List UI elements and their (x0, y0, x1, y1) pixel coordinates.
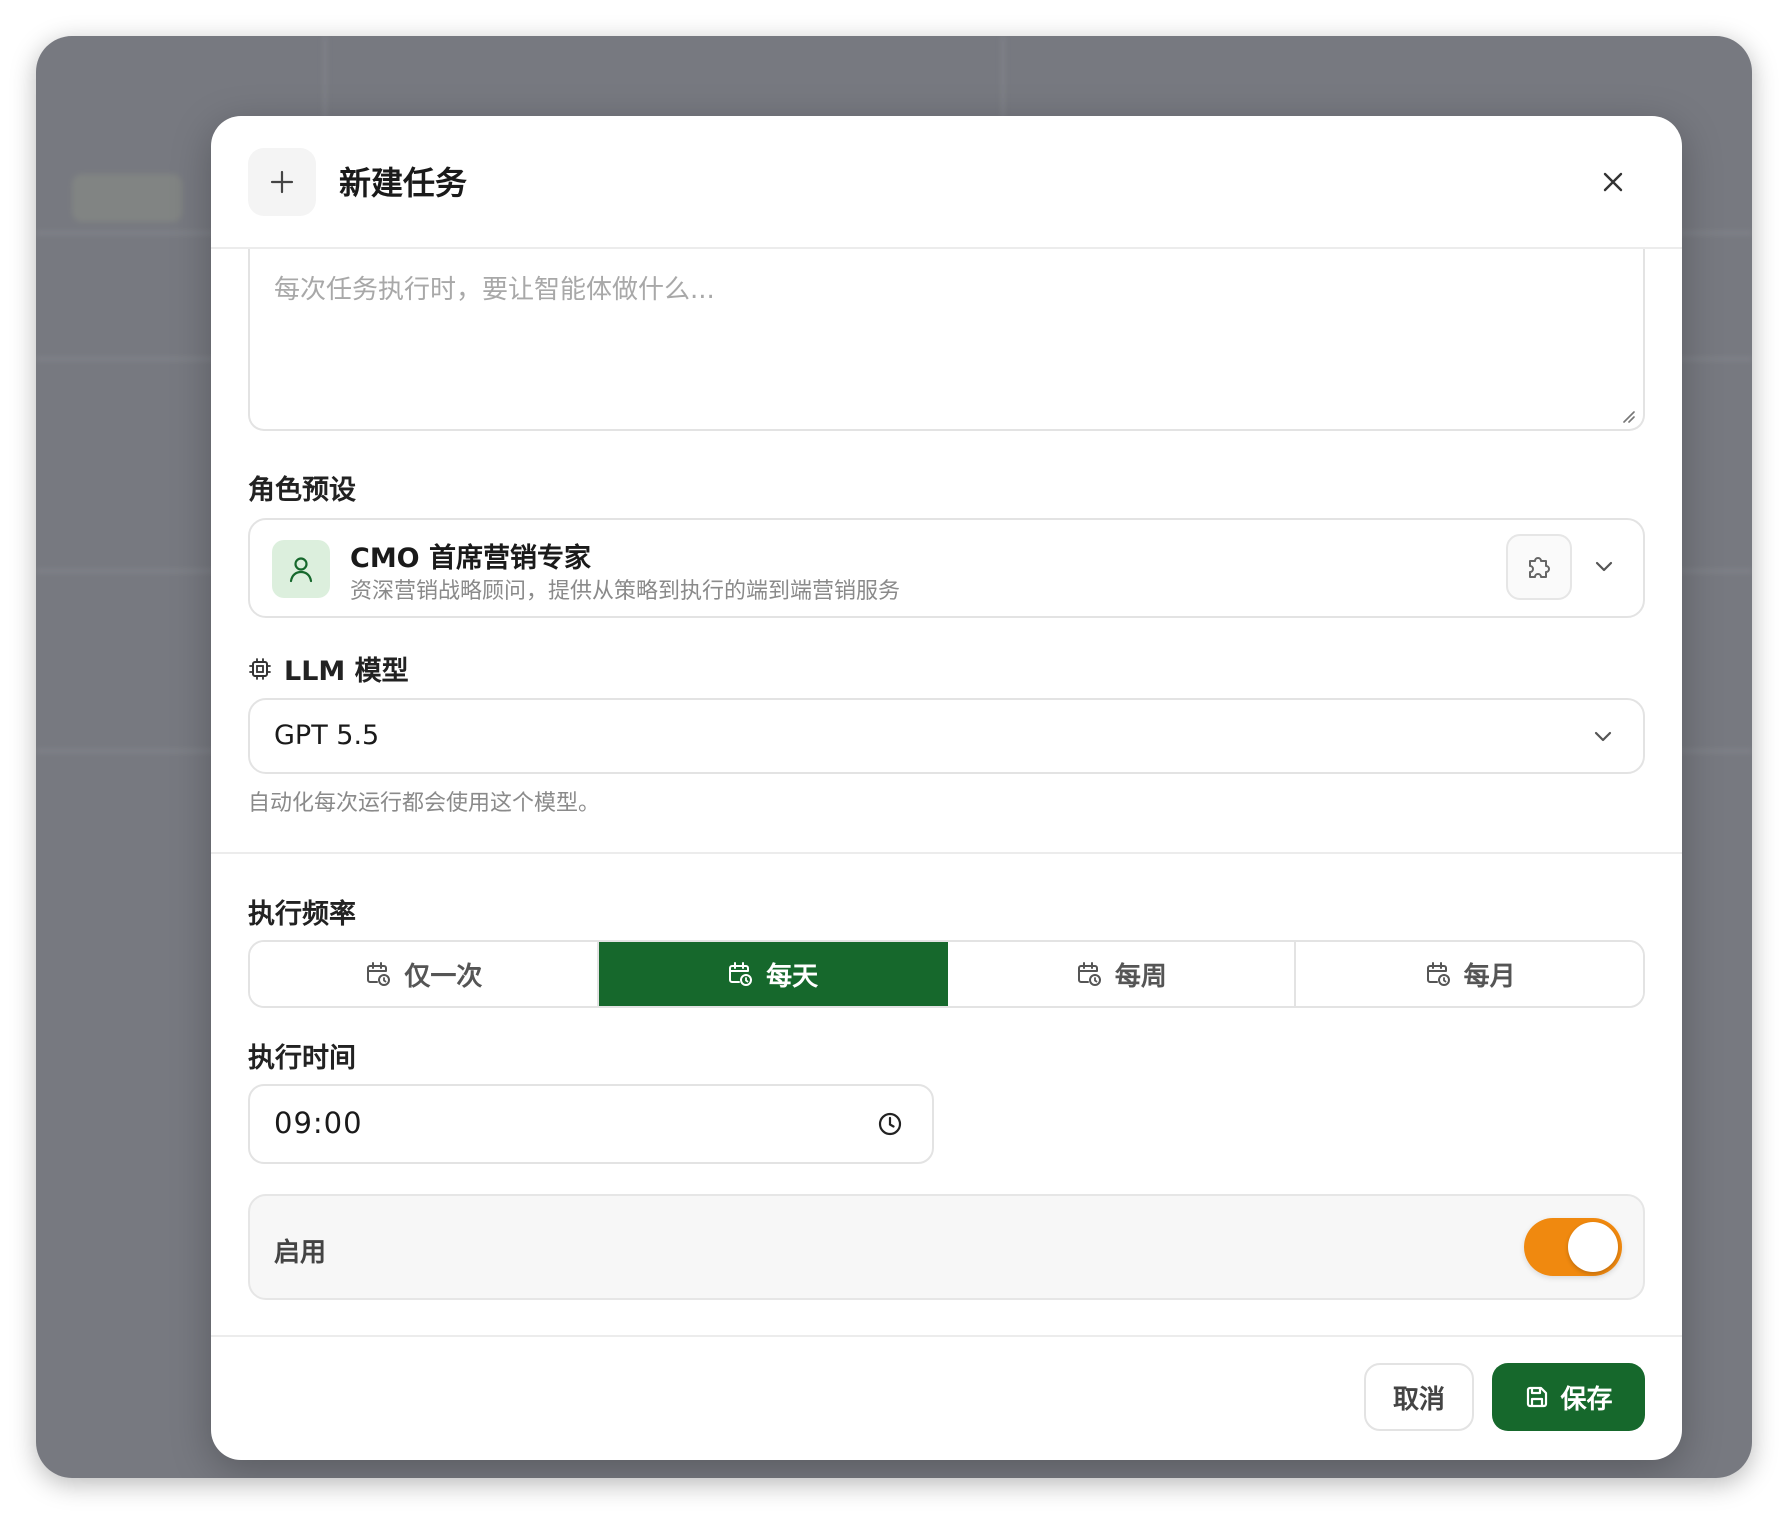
llm-model-hint: 自动化每次运行都会使用这个模型。 (248, 791, 601, 816)
footer-divider (211, 1335, 1682, 1337)
role-preset-label: 角色预设 (248, 475, 356, 506)
frequency-option-weekly[interactable]: 每周 (947, 942, 1297, 1006)
chevron-down-icon (1594, 731, 1612, 742)
schedule-time-input[interactable]: 09:00 (248, 1084, 934, 1164)
frequency-option-daily[interactable]: 每天 (598, 942, 948, 1006)
enable-setting-row: 启用 (248, 1194, 1645, 1300)
new-task-dialog: 新建任务 角色预设 CMO 首席营销专家 资深营销战略顾问，提供从策略到执行的端… (211, 116, 1682, 1460)
app-window: 新建任务 角色预设 CMO 首席营销专家 资深营销战略顾问，提供从策略到执行的端… (36, 36, 1752, 1478)
frequency-option-once[interactable]: 仅一次 (250, 942, 599, 1006)
dialog-header: 新建任务 (211, 116, 1682, 249)
resize-handle-icon[interactable] (1619, 407, 1635, 423)
dialog-title: 新建任务 (339, 164, 468, 202)
calendar-clock-icon (1077, 962, 1101, 986)
frequency-option-label: 仅一次 (404, 961, 483, 992)
cpu-chip-icon (249, 657, 271, 680)
llm-model-select[interactable]: GPT 5.5 (248, 698, 1645, 774)
frequency-option-label: 每天 (766, 961, 819, 992)
schedule-time-label: 执行时间 (248, 1043, 356, 1074)
enable-toggle[interactable] (1524, 1218, 1622, 1276)
llm-model-label-text: LLM 模型 (284, 656, 409, 687)
schedule-time-value: 09:00 (274, 1106, 363, 1140)
frequency-option-label: 每月 (1463, 961, 1516, 992)
enable-label: 启用 (274, 1238, 327, 1268)
bg-chip (72, 174, 182, 222)
calendar-clock-icon (1426, 962, 1450, 986)
save-icon (1527, 1386, 1548, 1408)
puzzle-icon (1529, 557, 1550, 578)
cancel-button[interactable]: 取消 (1364, 1363, 1474, 1431)
calendar-clock-icon (729, 962, 753, 986)
calendar-clock-icon (367, 962, 391, 986)
role-preset-select[interactable]: CMO 首席营销专家 资深营销战略顾问，提供从策略到执行的端到端营销服务 (248, 518, 1645, 618)
save-button-label: 保存 (1560, 1384, 1613, 1415)
role-preset-name: CMO 首席营销专家 (350, 543, 592, 574)
clock-icon[interactable] (876, 1110, 904, 1138)
llm-model-value: GPT 5.5 (274, 720, 380, 751)
section-divider (211, 852, 1682, 854)
close-button[interactable] (1593, 162, 1633, 202)
frequency-label: 执行频率 (248, 899, 356, 930)
llm-model-label: LLM 模型 (248, 649, 409, 688)
role-preset-description: 资深营销战略顾问，提供从策略到执行的端到端营销服务 (350, 579, 901, 604)
task-prompt-container (248, 249, 1645, 431)
plus-icon (248, 148, 316, 216)
user-icon (272, 540, 330, 598)
frequency-option-label: 每周 (1114, 961, 1167, 992)
close-icon (1603, 172, 1623, 192)
chevron-down-icon (1595, 561, 1613, 572)
save-button[interactable]: 保存 (1492, 1363, 1645, 1431)
task-prompt-input[interactable] (250, 249, 1643, 429)
frequency-segmented-control: 仅一次 每天 每周 每月 (248, 940, 1645, 1008)
skills-button[interactable] (1506, 534, 1572, 600)
toggle-knob (1568, 1222, 1618, 1272)
frequency-option-monthly[interactable]: 每月 (1296, 942, 1643, 1006)
